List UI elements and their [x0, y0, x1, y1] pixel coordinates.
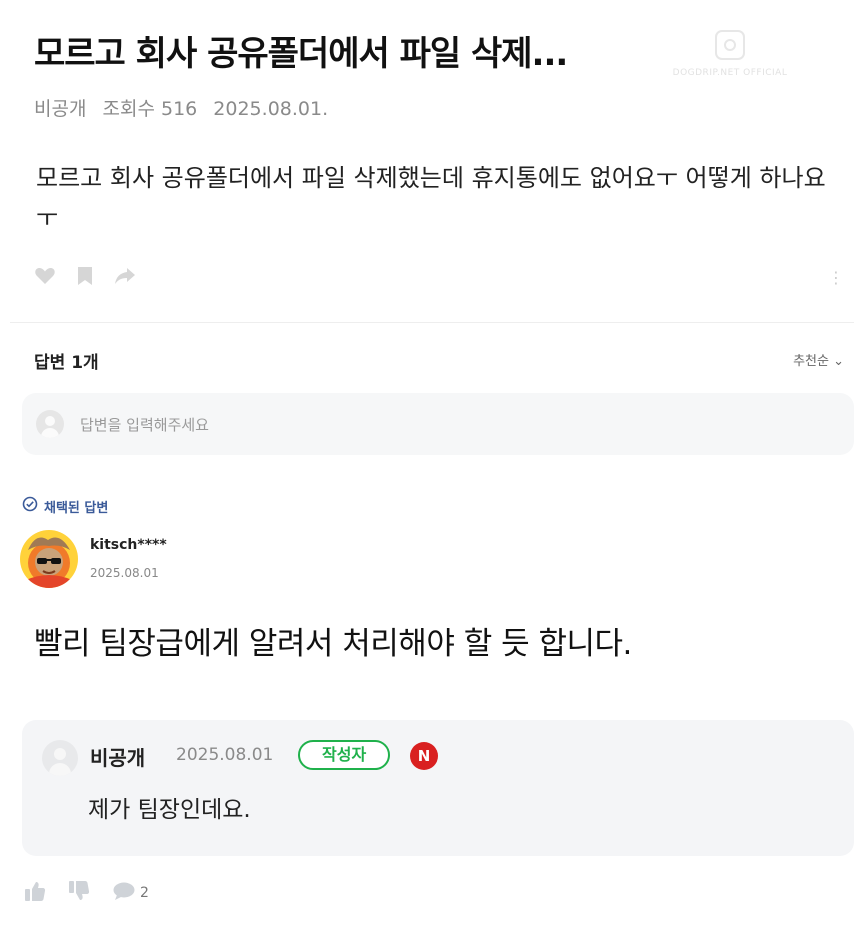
comment-count: 2: [140, 885, 149, 901]
divider: [10, 322, 854, 323]
more-options-icon[interactable]: ⋮: [828, 268, 844, 287]
answer-input-placeholder: 답변을 입력해주세요: [80, 416, 209, 434]
watermark: DOGDRIP.NET OFFICIAL: [670, 30, 790, 78]
reply-text: 제가 팀장인데요.: [88, 797, 251, 823]
avatar[interactable]: [20, 530, 78, 588]
post-author: 비공개: [34, 98, 87, 120]
answer-date: 2025.08.01: [90, 566, 159, 580]
share-icon[interactable]: [114, 266, 136, 286]
answer-actions: 2: [24, 880, 149, 906]
answer-input[interactable]: 답변을 입력해주세요: [22, 393, 854, 455]
thumbs-down-icon[interactable]: [68, 880, 90, 906]
post-actions: [34, 266, 136, 286]
instagram-icon: [715, 30, 745, 60]
watermark-text: DOGDRIP.NET OFFICIAL: [672, 68, 788, 78]
post-views: 조회수 516: [102, 98, 198, 120]
answer-username[interactable]: kitsch****: [90, 537, 167, 553]
bookmark-icon[interactable]: [76, 266, 94, 286]
comments-button[interactable]: 2: [112, 881, 149, 905]
sort-dropdown[interactable]: 추천순 ⌄: [793, 350, 844, 369]
post-meta: 비공개 조회수 516 2025.08.01.: [34, 94, 338, 121]
chosen-answer-label: 채택된 답변: [22, 496, 108, 516]
author-badge: 작성자: [298, 740, 391, 770]
reply-date: 2025.08.01: [176, 745, 274, 765]
post-title: 모르고 회사 공유폴더에서 파일 삭제...: [34, 34, 568, 74]
answer-text: 빨리 팀장급에게 알려서 처리해야 할 듯 합니다.: [34, 626, 632, 662]
new-badge: N: [410, 742, 438, 770]
post-body: 모르고 회사 공유폴더에서 파일 삭제했는데 휴지통에도 없어요ㅜ 어떻게 하나…: [36, 164, 826, 232]
chevron-down-icon: ⌄: [833, 354, 844, 369]
avatar: [42, 740, 78, 776]
post-date: 2025.08.01.: [213, 98, 329, 120]
answer-count: 답변 1개: [34, 353, 99, 373]
comment-icon: [112, 881, 136, 905]
reply-comment: 비공개 2025.08.01 작성자 N 제가 팀장인데요.: [22, 720, 854, 856]
reply-username: 비공개: [90, 746, 146, 770]
check-circle-icon: [22, 496, 38, 516]
sort-label: 추천순: [793, 354, 829, 369]
heart-icon[interactable]: [34, 266, 56, 286]
thumbs-up-icon[interactable]: [24, 880, 46, 906]
chosen-answer-text: 채택된 답변: [44, 500, 109, 516]
avatar: [36, 410, 64, 438]
